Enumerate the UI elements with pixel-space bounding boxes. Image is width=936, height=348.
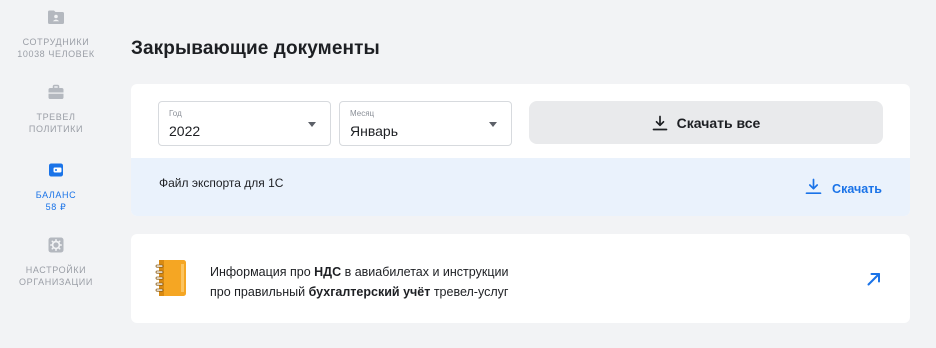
- closing-documents-card: Год 2022 Месяц Январь Скачать все Файл э…: [131, 84, 910, 216]
- export-1c-row: Файл экспорта для 1С Скачать: [131, 158, 910, 216]
- download-icon: [805, 178, 822, 194]
- vat-info-line-1: Информация про НДС в авиабилетах и инстр…: [210, 265, 509, 279]
- external-arrow-icon[interactable]: [866, 271, 882, 287]
- export-1c-label: Файл экспорта для 1С: [159, 176, 284, 190]
- briefcase-icon: [48, 84, 64, 99]
- vat-info-text: Информация про НДС в авиабилетах и инстр…: [210, 262, 508, 302]
- year-select[interactable]: Год 2022: [158, 101, 331, 146]
- month-select-caption: Месяц: [350, 109, 375, 118]
- download-1c-label: Скачать: [832, 182, 882, 196]
- sidebar-item-label: НАСТРОЙКИ ОРГАНИЗАЦИИ: [19, 265, 93, 287]
- download-all-button[interactable]: Скачать все: [529, 101, 883, 144]
- month-select-value: Январь: [350, 123, 398, 139]
- sidebar: СОТРУДНИКИ 10038 ЧЕЛОВЕК ТРЕВЕЛ ПОЛИТИКИ: [0, 0, 112, 348]
- wallet-icon: [49, 163, 63, 177]
- employees-folder-icon: [48, 10, 64, 24]
- chevron-down-icon: [489, 122, 497, 127]
- sidebar-item-label: СОТРУДНИКИ 10038 ЧЕЛОВЕК: [17, 37, 95, 59]
- download-all-label: Скачать все: [676, 114, 761, 131]
- sidebar-item-org-settings[interactable]: НАСТРОЙКИ ОРГАНИЗАЦИИ: [0, 236, 112, 288]
- vat-info-line-2: про правильный бухгалтерский учёт тревел…: [210, 285, 509, 299]
- download-icon: [652, 115, 668, 130]
- vat-info-card[interactable]: Информация про НДС в авиабилетах и инстр…: [131, 234, 910, 323]
- page-title: Закрывающие документы: [131, 38, 380, 59]
- sidebar-item-label: ТРЕВЕЛ ПОЛИТИКИ: [28, 112, 84, 134]
- gear-icon: [48, 237, 64, 253]
- chevron-down-icon: [308, 122, 316, 127]
- sidebar-item-travel-policies[interactable]: ТРЕВЕЛ ПОЛИТИКИ: [0, 83, 112, 135]
- sidebar-item-employees[interactable]: СОТРУДНИКИ 10038 ЧЕЛОВЕК: [0, 8, 112, 60]
- notebook-icon: [155, 260, 186, 296]
- app-root: СОТРУДНИКИ 10038 ЧЕЛОВЕК ТРЕВЕЛ ПОЛИТИКИ: [0, 0, 936, 348]
- sidebar-item-balance[interactable]: БАЛАНС 58 ₽: [0, 161, 112, 213]
- sidebar-item-label: БАЛАНС 58 ₽: [35, 190, 77, 212]
- year-select-caption: Год: [169, 109, 182, 118]
- download-1c-link[interactable]: Скачать: [805, 176, 882, 196]
- month-select[interactable]: Месяц Январь: [339, 101, 512, 146]
- year-select-value: 2022: [169, 123, 201, 139]
